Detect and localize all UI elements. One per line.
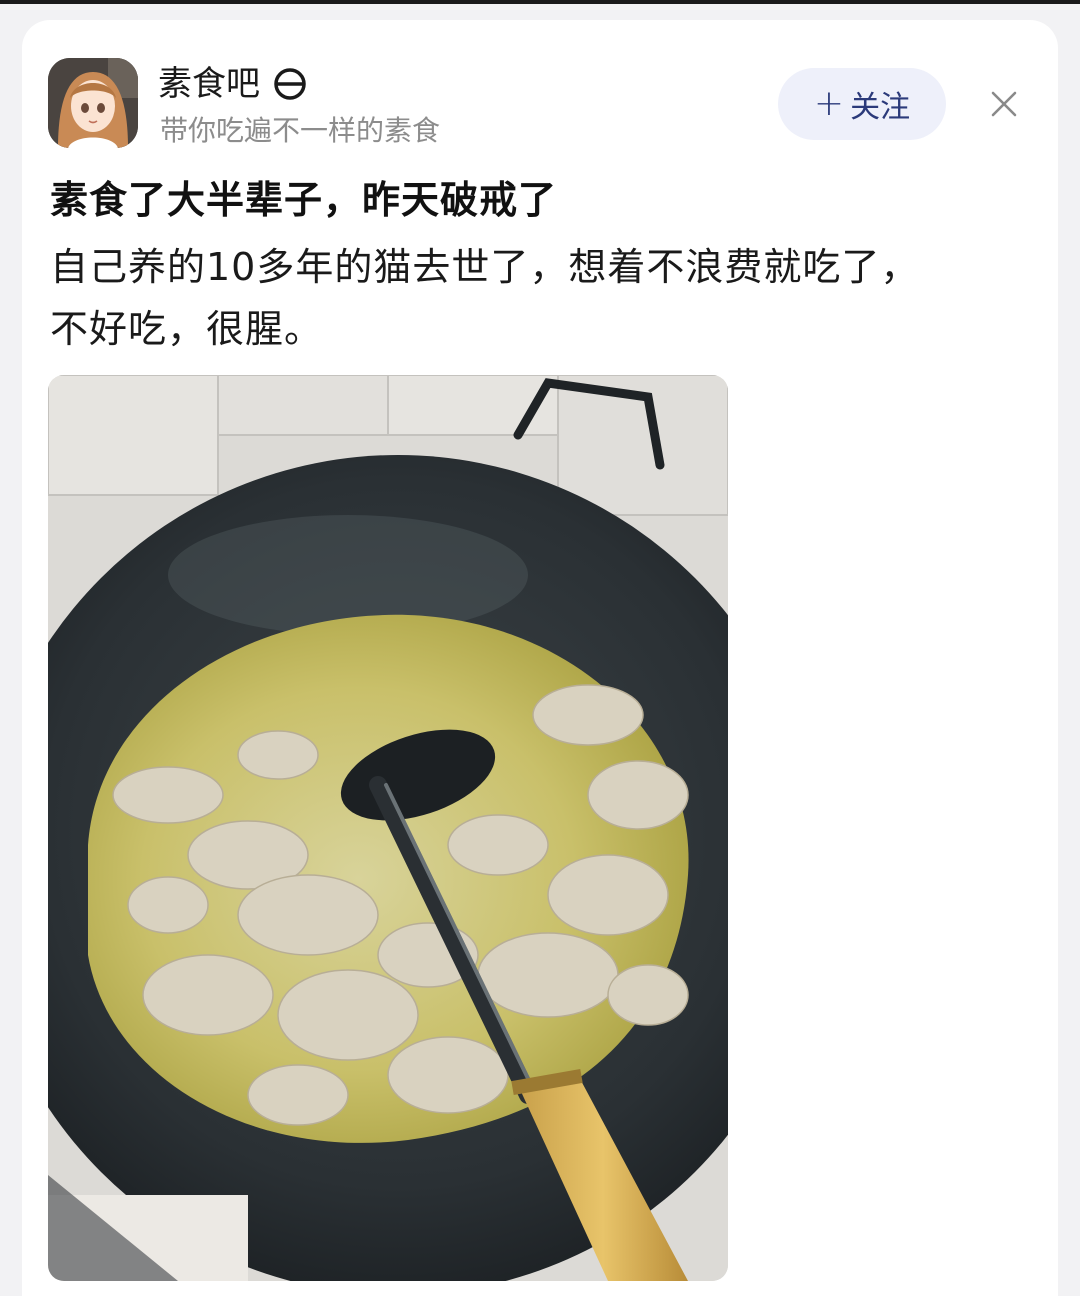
wok-photo-illustration bbox=[48, 375, 728, 1281]
post-body-line: 不好吃，很腥。 bbox=[50, 307, 324, 351]
account-name[interactable]: 素食吧 bbox=[158, 62, 308, 106]
post-body-line: 自己养的10多年的猫去世了，想着不浪费就吃了， bbox=[50, 245, 920, 289]
post-photo[interactable] bbox=[48, 375, 728, 1281]
plus-icon: + bbox=[813, 83, 845, 124]
circle-slash-badge-icon bbox=[272, 66, 308, 102]
avatar[interactable] bbox=[48, 58, 138, 148]
avatar-illustration bbox=[48, 58, 138, 148]
account-description: 带你吃遍不一样的素食 bbox=[160, 114, 441, 147]
post-body: 自己养的10多年的猫去世了，想着不浪费就吃了， 不好吃，很腥。 bbox=[50, 236, 1030, 360]
follow-label: 关注 bbox=[850, 90, 911, 125]
status-edge bbox=[0, 0, 1080, 4]
follow-button[interactable]: + 关注 bbox=[778, 68, 946, 140]
close-icon[interactable] bbox=[984, 84, 1024, 124]
post-title: 素食了大半辈子，昨天破戒了 bbox=[50, 178, 558, 222]
account-name-label: 素食吧 bbox=[158, 64, 260, 104]
